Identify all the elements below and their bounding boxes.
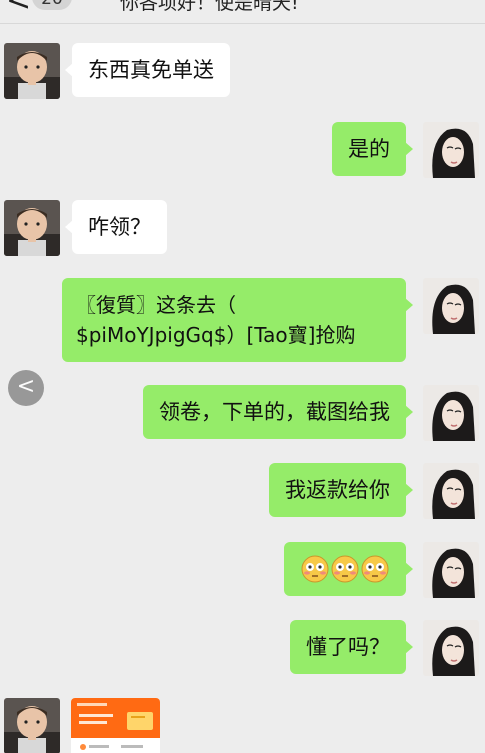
message-bubble[interactable]: 〖復質〗这条去（ $piMoYJpigGq$）[Tao寶]抢购 <box>62 278 413 362</box>
image-message-thumbnail[interactable] <box>71 698 160 753</box>
message-bubble[interactable]: 懂了吗？ <box>290 620 413 674</box>
contact-avatar[interactable] <box>4 698 60 753</box>
message-bubble[interactable]: 咋领？ <box>65 200 167 254</box>
emoji-row <box>300 554 390 584</box>
my-avatar[interactable] <box>423 122 479 178</box>
message-line: 〖復質〗这条去（ <box>76 293 236 317</box>
message-bubble[interactable]: 领卷，下单的，截图给我 <box>143 385 413 439</box>
message-bubble[interactable]: 是的 <box>332 122 413 176</box>
my-avatar[interactable] <box>423 463 479 519</box>
flushed-face-icon <box>331 555 359 583</box>
flushed-face-icon <box>301 555 329 583</box>
my-avatar[interactable] <box>423 542 479 598</box>
message-bubble[interactable]: 我返款给你 <box>269 463 413 517</box>
message-bubble[interactable] <box>284 542 413 596</box>
floating-back-button[interactable]: < <box>8 370 44 406</box>
chat-header: < 20 你各项好！使是晴天! <box>0 0 485 24</box>
my-avatar[interactable] <box>423 620 479 676</box>
my-avatar[interactable] <box>423 278 479 334</box>
message-line: $piMoYJpigGq$）[Tao寶]抢购 <box>76 323 356 347</box>
chat-title: 你各项好！使是晴天! <box>120 0 299 14</box>
back-chevron-icon[interactable]: < <box>6 0 31 16</box>
flushed-face-icon <box>361 555 389 583</box>
unread-count-badge[interactable]: 20 <box>32 0 72 10</box>
contact-avatar[interactable] <box>4 200 60 256</box>
contact-avatar[interactable] <box>4 43 60 99</box>
message-bubble[interactable]: 东西真免单送 <box>65 43 230 97</box>
my-avatar[interactable] <box>423 385 479 441</box>
